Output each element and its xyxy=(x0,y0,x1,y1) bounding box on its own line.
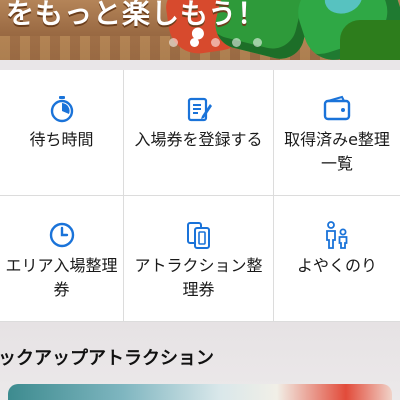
carousel-dot[interactable] xyxy=(168,38,178,47)
attraction-card[interactable] xyxy=(8,384,392,400)
carousel-dot[interactable] xyxy=(231,38,241,47)
carousel-dot[interactable] xyxy=(210,38,220,47)
hero-banner[interactable]: をもっと楽しもう！ xyxy=(0,0,400,60)
carousel-dot-active[interactable] xyxy=(189,38,199,47)
menu-item-label: 入場券を登録する xyxy=(134,130,263,149)
menu-grid: 待ち時間 入場券を登録する 取得済みe整理 一覧 エリア入場整理 券 アトラクシ… xyxy=(0,70,400,322)
menu-item-label: 取得済みe整理 一覧 xyxy=(284,130,390,173)
menu-item-attraction-tickets[interactable]: アトラクション整 理券 xyxy=(124,196,274,322)
menu-item-wait-time[interactable]: 待ち時間 xyxy=(0,70,124,196)
menu-item-label: 待ち時間 xyxy=(29,130,94,149)
menu-item-area-entry[interactable]: エリア入場整理 券 xyxy=(0,196,124,322)
carousel-pager xyxy=(0,38,400,50)
clock-icon xyxy=(47,220,77,250)
app-screen: をもっと楽しもう！ 待ち時間 入場券を登録する 取得済みe整理 一覧 エリア入場… xyxy=(0,0,400,400)
family-icon xyxy=(322,220,352,250)
carousel-dot[interactable] xyxy=(252,38,262,47)
ticket-edit-icon xyxy=(184,94,214,124)
menu-item-reservation[interactable]: よやくのり xyxy=(274,196,400,322)
menu-item-label: よやくのり xyxy=(296,256,377,275)
tickets-icon xyxy=(184,220,214,250)
menu-item-acquired-tickets[interactable]: 取得済みe整理 一覧 xyxy=(274,70,400,196)
stopwatch-icon xyxy=(47,94,77,124)
pickup-attraction-image[interactable] xyxy=(0,384,400,400)
wallet-icon xyxy=(322,94,352,124)
menu-item-register-ticket[interactable]: 入場券を登録する xyxy=(124,70,274,196)
menu-item-label: エリア入場整理 券 xyxy=(5,256,118,299)
pickup-section-title: ックアップアトラクション xyxy=(0,348,214,369)
menu-item-label: アトラクション整 理券 xyxy=(134,256,263,299)
banner-headline: をもっと楽しもう！ xyxy=(6,0,267,30)
